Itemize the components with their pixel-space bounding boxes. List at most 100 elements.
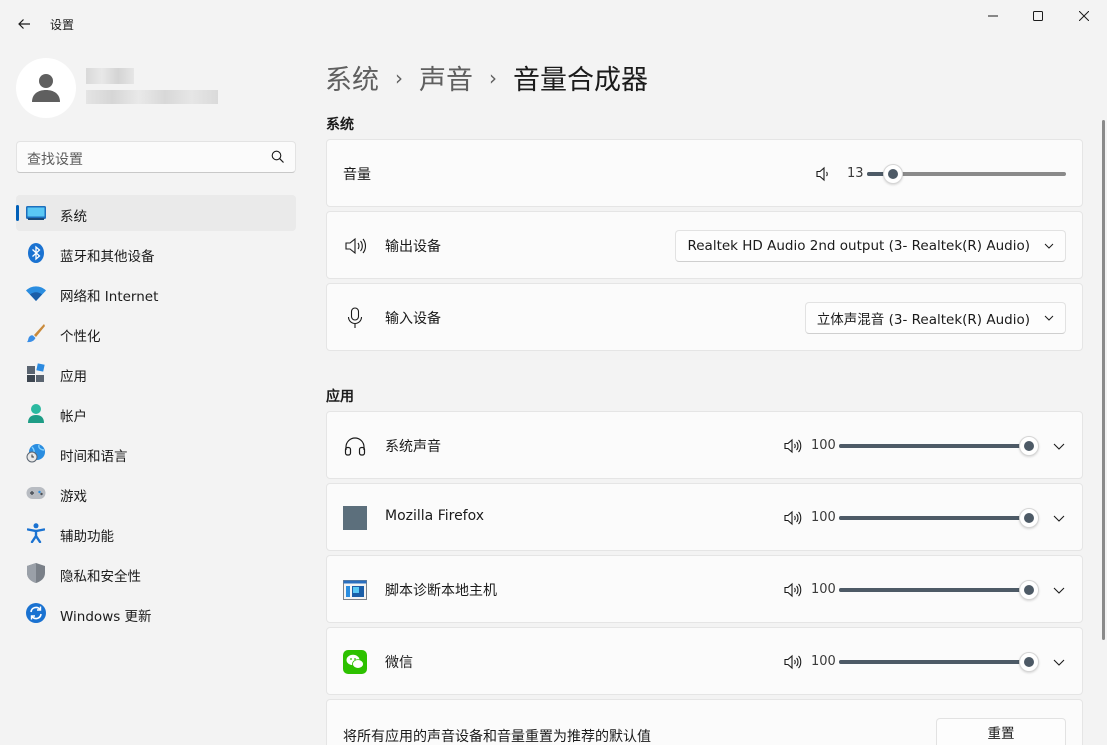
- sidebar-item-bluetooth[interactable]: 蓝牙和其他设备: [16, 235, 296, 271]
- reset-description: 将所有应用的声音设备和音量重置为推荐的默认值: [343, 729, 651, 745]
- brush-icon: [26, 323, 46, 343]
- close-button[interactable]: [1061, 0, 1107, 32]
- speaker-high-icon[interactable]: [783, 580, 803, 600]
- slider-thumb[interactable]: [1019, 436, 1039, 456]
- expand-button[interactable]: [1049, 580, 1069, 600]
- volume-label: 音量: [343, 167, 371, 183]
- slider-thumb[interactable]: [1019, 580, 1039, 600]
- title-bar: 设置: [0, 0, 1107, 48]
- breadcrumb-system[interactable]: 系统: [325, 58, 379, 97]
- breadcrumb: 系统 › 声音 › 音量合成器: [325, 58, 648, 97]
- sidebar-item-privacy[interactable]: 隐私和安全性: [16, 555, 296, 591]
- sidebar-item-time-language[interactable]: 时间和语言: [16, 435, 296, 471]
- sidebar-item-label: 帐户: [60, 409, 87, 425]
- sidebar-item-windows-update[interactable]: Windows 更新: [16, 595, 296, 631]
- slider-thumb[interactable]: [883, 164, 903, 184]
- speaker-high-icon[interactable]: [783, 508, 803, 528]
- sidebar-item-label: 应用: [60, 369, 87, 385]
- sidebar-item-apps[interactable]: 应用: [16, 355, 296, 391]
- expand-button[interactable]: [1049, 436, 1069, 456]
- close-icon: [1079, 11, 1089, 21]
- person-icon: [32, 74, 60, 102]
- sidebar-item-label: 隐私和安全性: [60, 569, 141, 585]
- app-volume-value: 100: [811, 582, 836, 597]
- search-input[interactable]: 查找设置: [16, 141, 296, 173]
- app-volume-slider[interactable]: [839, 652, 1039, 672]
- chevron-down-icon: [1053, 515, 1065, 522]
- section-title-apps: 应用: [326, 389, 354, 405]
- app-volume-slider[interactable]: [839, 436, 1039, 456]
- sidebar-item-accounts[interactable]: 帐户: [16, 395, 296, 431]
- gamepad-icon: [26, 483, 46, 503]
- shield-icon: [26, 563, 46, 583]
- firefox-placeholder-icon: [343, 506, 367, 530]
- reset-button[interactable]: 重置: [936, 718, 1066, 745]
- app-name: Mozilla Firefox: [385, 508, 485, 524]
- wifi-icon: [26, 283, 46, 303]
- account-icon: [26, 403, 46, 423]
- output-device-label: 输出设备: [385, 239, 441, 255]
- slider-fill: [839, 516, 1029, 520]
- expand-button[interactable]: [1049, 652, 1069, 672]
- app-name: 系统声音: [385, 439, 441, 455]
- speaker-high-icon[interactable]: [783, 436, 803, 456]
- microphone-icon: [343, 306, 367, 330]
- accessibility-icon: [26, 523, 46, 543]
- slider-fill: [839, 444, 1029, 448]
- output-device-dropdown[interactable]: Realtek HD Audio 2nd output (3- Realtek(…: [675, 230, 1066, 262]
- user-profile[interactable]: [16, 56, 296, 120]
- input-device-selected: 立体声混音 (3- Realtek(R) Audio): [816, 312, 1030, 328]
- scrollbar[interactable]: [1102, 120, 1105, 640]
- sidebar-nav: 系统 蓝牙和其他设备 网络和 Internet 个性化 应用 帐户 时间和语言 …: [16, 195, 296, 635]
- headphones-icon: [343, 434, 367, 458]
- chevron-right-icon: ›: [395, 65, 403, 90]
- slider-fill: [839, 660, 1029, 664]
- input-device-label: 输入设备: [385, 311, 441, 327]
- master-volume-slider[interactable]: [867, 164, 1066, 184]
- page-title: 音量合成器: [513, 65, 648, 96]
- output-device-card: 输出设备 Realtek HD Audio 2nd output (3- Rea…: [326, 211, 1083, 279]
- redacted-email: [86, 90, 218, 104]
- breadcrumb-sound[interactable]: 声音: [419, 58, 473, 97]
- app-card-wechat: 微信 100: [326, 627, 1083, 695]
- app-volume-slider[interactable]: [839, 580, 1039, 600]
- maximize-icon: [1033, 11, 1043, 21]
- sidebar-item-system[interactable]: 系统: [16, 195, 296, 231]
- back-button[interactable]: [10, 10, 38, 38]
- minimize-icon: [988, 15, 998, 17]
- app-volume-value: 100: [811, 438, 836, 453]
- app-volume-value: 100: [811, 654, 836, 669]
- update-icon: [26, 603, 46, 623]
- slider-thumb[interactable]: [1019, 652, 1039, 672]
- chevron-right-icon: ›: [489, 65, 497, 90]
- sidebar-item-gaming[interactable]: 游戏: [16, 475, 296, 511]
- expand-button[interactable]: [1049, 508, 1069, 528]
- app-card-firefox: Mozilla Firefox 100: [326, 483, 1083, 551]
- redacted-username: [86, 68, 134, 84]
- sidebar-item-accessibility[interactable]: 辅助功能: [16, 515, 296, 551]
- section-title-system: 系统: [326, 117, 354, 133]
- input-device-dropdown[interactable]: 立体声混音 (3- Realtek(R) Audio): [804, 302, 1066, 334]
- maximize-button[interactable]: [1015, 0, 1061, 32]
- script-host-icon: [343, 578, 367, 602]
- speaker-high-icon[interactable]: [783, 652, 803, 672]
- slider-thumb[interactable]: [1019, 508, 1039, 528]
- sidebar-item-network[interactable]: 网络和 Internet: [16, 275, 296, 311]
- input-device-card: 输入设备 立体声混音 (3- Realtek(R) Audio): [326, 283, 1083, 351]
- sidebar-item-personalization[interactable]: 个性化: [16, 315, 296, 351]
- sidebar-item-label: 网络和 Internet: [60, 289, 159, 305]
- app-volume-value: 100: [811, 510, 836, 525]
- speaker-low-icon[interactable]: [813, 164, 833, 184]
- output-device-selected: Realtek HD Audio 2nd output (3- Realtek(…: [687, 238, 1030, 254]
- app-name: 脚本诊断本地主机: [385, 583, 497, 599]
- chevron-down-icon: [1053, 659, 1065, 666]
- chevron-down-icon: [1044, 243, 1054, 249]
- app-card-system-sounds: 系统声音 100: [326, 411, 1083, 479]
- app-title: 设置: [50, 18, 75, 32]
- sidebar-item-label: 辅助功能: [60, 529, 114, 545]
- chevron-down-icon: [1044, 315, 1054, 321]
- app-volume-slider[interactable]: [839, 508, 1039, 528]
- minimize-button[interactable]: [970, 0, 1016, 32]
- volume-value: 13: [847, 166, 864, 181]
- wechat-icon: [343, 650, 367, 674]
